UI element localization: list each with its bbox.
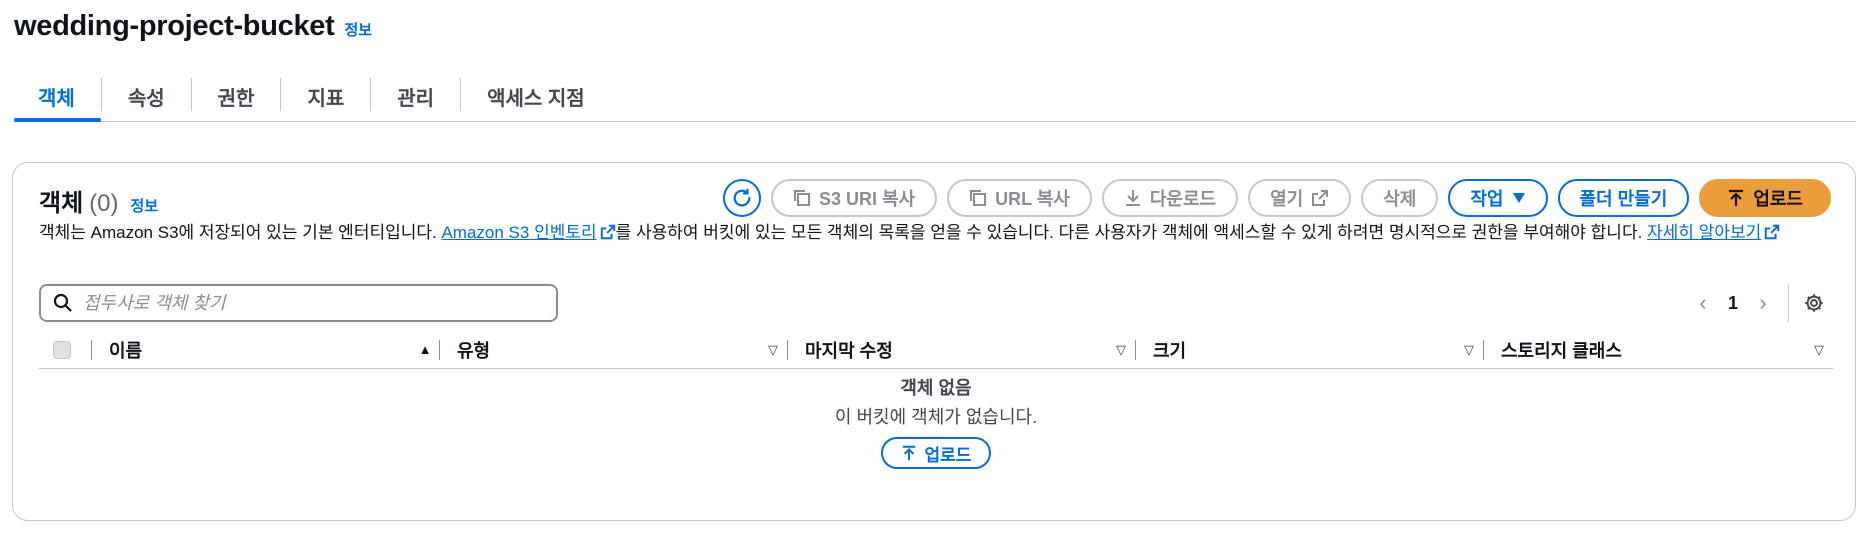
actions-label: 작업 — [1470, 189, 1504, 209]
objects-table-header: 이름 ▲ 유형 ▽ 마지막 수정 ▽ 크기 ▽ 스토리지 클래스 ▽ — [39, 331, 1833, 369]
sort-icon: ▽ — [1814, 341, 1824, 357]
delete-button[interactable]: 삭제 — [1361, 179, 1439, 217]
sort-ascending-icon: ▲ — [418, 342, 432, 357]
objects-panel-header: 객체 (0) 정보 — [39, 183, 158, 218]
select-all-cell — [39, 340, 91, 359]
object-search-box — [39, 284, 558, 322]
table-preferences-button[interactable] — [1803, 292, 1825, 314]
copy-url-button[interactable]: URL 복사 — [947, 179, 1092, 217]
objects-description: 객체는 Amazon S3에 저장되어 있는 기본 엔터티입니다. Amazon… — [39, 221, 1829, 245]
objects-count: (0) — [89, 190, 119, 217]
inventory-link[interactable]: Amazon S3 인벤토리 — [441, 223, 615, 242]
column-label-type: 유형 — [457, 340, 491, 361]
objects-toolbar: S3 URI 복사 URL 복사 다운로드 열기 삭제 작업 폴더 만들기 업로… — [722, 179, 1831, 217]
pager-divider — [1788, 284, 1789, 322]
external-link-icon — [1765, 224, 1780, 240]
sort-icon: ▽ — [768, 341, 778, 357]
inventory-link-label: Amazon S3 인벤토리 — [441, 223, 597, 242]
current-page-number[interactable]: 1 — [1718, 293, 1748, 314]
sort-icon: ▽ — [1116, 341, 1126, 357]
refresh-button[interactable] — [722, 179, 761, 217]
download-icon — [1125, 190, 1140, 206]
download-label: 다운로드 — [1149, 189, 1217, 209]
copy-s3-uri-button[interactable]: S3 URI 복사 — [770, 179, 938, 217]
copy-icon — [793, 190, 810, 206]
empty-state-title: 객체 없음 — [900, 378, 972, 398]
empty-state-subtitle: 이 버킷에 객체가 없습니다. — [834, 407, 1038, 427]
upload-arrow-icon — [902, 445, 915, 461]
refresh-icon — [733, 188, 751, 207]
external-link-icon — [1312, 190, 1329, 206]
column-header-storage-class[interactable]: 스토리지 클래스 ▽ — [1483, 331, 1833, 369]
actions-dropdown-button[interactable]: 작업 — [1448, 179, 1548, 217]
objects-info-link[interactable]: 정보 — [131, 195, 159, 216]
header-info-link[interactable]: 정보 — [344, 19, 372, 40]
tab-metrics[interactable]: 지표 — [281, 72, 370, 120]
column-header-type[interactable]: 유형 ▽ — [439, 331, 787, 369]
learn-more-label: 자세히 알아보기 — [1647, 223, 1762, 242]
copy-s3-uri-label: S3 URI 복사 — [818, 189, 916, 209]
copy-url-label: URL 복사 — [995, 189, 1070, 209]
tab-access-points[interactable]: 액세스 지점 — [461, 72, 611, 120]
external-link-icon — [600, 224, 615, 240]
page-header: wedding-project-bucket 정보 — [14, 10, 372, 43]
column-label-name: 이름 — [109, 340, 143, 361]
search-icon — [53, 293, 72, 312]
pagination: ‹ 1 › — [1688, 283, 1825, 323]
create-folder-button[interactable]: 폴더 만들기 — [1557, 179, 1690, 217]
copy-icon — [970, 190, 987, 206]
object-search-input[interactable] — [83, 292, 543, 314]
create-folder-label: 폴더 만들기 — [1579, 189, 1668, 209]
column-header-last-modified[interactable]: 마지막 수정 ▽ — [787, 331, 1135, 369]
chevron-right-icon[interactable]: › — [1748, 290, 1778, 316]
caret-down-icon — [1512, 193, 1525, 203]
upload-arrow-icon — [1729, 189, 1744, 206]
gear-icon — [1805, 294, 1823, 312]
tab-permissions[interactable]: 권한 — [192, 72, 281, 120]
tab-properties[interactable]: 속성 — [102, 72, 191, 120]
chevron-left-icon[interactable]: ‹ — [1688, 290, 1718, 316]
column-label-size: 크기 — [1153, 340, 1187, 361]
select-all-checkbox[interactable] — [53, 340, 71, 359]
upload-button[interactable]: 업로드 — [1699, 179, 1831, 217]
empty-state-upload-label: 업로드 — [924, 445, 972, 465]
learn-more-link[interactable]: 자세히 알아보기 — [1647, 223, 1780, 242]
tab-objects[interactable]: 객체 — [14, 72, 101, 122]
sort-icon: ▽ — [1464, 341, 1474, 357]
download-button[interactable]: 다운로드 — [1101, 179, 1239, 217]
empty-state-upload-button[interactable]: 업로드 — [880, 437, 992, 469]
open-button[interactable]: 열기 — [1248, 179, 1352, 217]
upload-label: 업로드 — [1753, 189, 1803, 209]
tab-management[interactable]: 관리 — [371, 72, 460, 120]
column-header-name[interactable]: 이름 ▲ — [91, 331, 439, 369]
description-text-2: 를 사용하여 버킷에 있는 모든 객체의 목록을 얻을 수 있습니다. 다른 사… — [615, 223, 1648, 242]
objects-panel: 객체 (0) 정보 S3 URI 복사 URL 복사 다운로드 열기 삭제 작업 — [12, 162, 1856, 521]
tab-bar: 객체 속성 권한 지표 관리 액세스 지점 — [14, 72, 1856, 122]
column-label-last-modified: 마지막 수정 — [805, 340, 893, 361]
open-label: 열기 — [1270, 189, 1304, 209]
empty-state: 객체 없음 이 버킷에 객체가 없습니다. 업로드 — [39, 375, 1833, 469]
delete-label: 삭제 — [1383, 189, 1417, 209]
column-header-size[interactable]: 크기 ▽ — [1135, 331, 1483, 369]
description-text-1: 객체는 Amazon S3에 저장되어 있는 기본 엔터티입니다. — [39, 223, 442, 242]
page-title: wedding-project-bucket — [14, 10, 335, 42]
column-label-storage-class: 스토리지 클래스 — [1501, 340, 1622, 361]
objects-panel-title: 객체 — [39, 190, 84, 217]
